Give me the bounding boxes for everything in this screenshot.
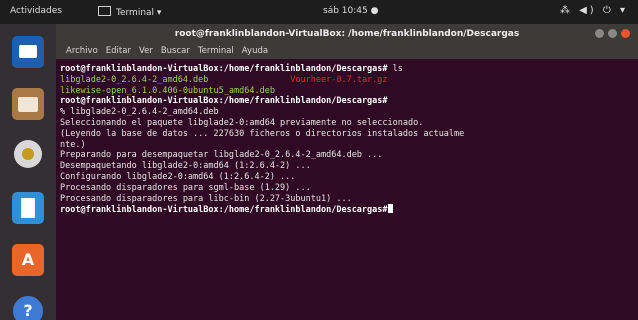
terminal-window: root@franklinblandon-VirtualBox: /home/f… — [56, 24, 638, 320]
terminal-line: root@franklinblandon-VirtualBox:/home/fr… — [60, 96, 634, 107]
software-store-icon[interactable] — [12, 244, 44, 276]
prompt: root@franklinblandon-VirtualBox:/home/fr… — [60, 64, 388, 74]
terminal-line: Procesando disparadores para sgml-base (… — [60, 182, 311, 193]
terminal-line: % libglade2-0_2.6.4-2_amd64.deb — [60, 107, 219, 118]
prompt: root@franklinblandon-VirtualBox:/home/fr… — [60, 96, 388, 107]
app-menu[interactable]: Terminal ▾ — [98, 6, 161, 18]
terminal-line: root@franklinblandon-VirtualBox:/home/fr… — [60, 204, 634, 216]
menu-buscar[interactable]: Buscar — [161, 46, 190, 56]
file-entry: Vourheer-0.7.tar.gz — [290, 74, 388, 85]
terminal-output[interactable]: root@franklinblandon-VirtualBox:/home/fr… — [56, 59, 638, 320]
menu-terminal[interactable]: Terminal — [198, 46, 234, 56]
file-entry: likewise-open_6.1.0.406-0ubuntu5_amd64.d… — [60, 85, 275, 96]
document-icon[interactable] — [12, 192, 44, 224]
terminal-line: libglade2-0_2.6.4-2_amd64.deb Vourheer-0… — [60, 75, 634, 86]
mail-icon[interactable] — [12, 36, 44, 68]
window-controls — [591, 29, 630, 41]
top-panel: Actividades Terminal ▾ sáb 10:45 ● ⁂ ◀) … — [0, 0, 638, 24]
menu-ver[interactable]: Ver — [139, 46, 153, 56]
terminal-line: likewise-open_6.1.0.406-0ubuntu5_amd64.d… — [60, 86, 634, 97]
window-title: root@franklinblandon-VirtualBox: /home/f… — [174, 29, 520, 39]
window-titlebar[interactable]: root@franklinblandon-VirtualBox: /home/f… — [56, 24, 638, 44]
terminal-icon — [98, 6, 111, 16]
file-entry: libglade2-0_2.6.4-2_amd64.deb — [60, 74, 209, 85]
command: ls — [387, 64, 403, 74]
menu-archivo[interactable]: Archivo — [66, 46, 98, 56]
prompt: root@franklinblandon-VirtualBox:/home/fr… — [60, 205, 388, 216]
terminal-line: Desempaquetando libglade2-0:amd64 (1:2.6… — [60, 161, 311, 172]
menu-bar: Archivo Editar Ver Buscar Terminal Ayuda — [56, 44, 638, 59]
maximize-button[interactable] — [608, 29, 617, 38]
terminal-line: Seleccionando el paquete libglade2-0:amd… — [60, 117, 424, 128]
close-button[interactable] — [621, 29, 630, 38]
terminal-line: nte.) — [60, 139, 86, 150]
app-menu-label: Terminal ▾ — [116, 8, 162, 18]
disc-icon[interactable] — [14, 140, 42, 168]
terminal-line: Preparando para desempaquetar libglade2-… — [60, 150, 383, 161]
terminal-line: Configurando libglade2-0:amd64 (1:2.6.4-… — [60, 171, 296, 182]
clock[interactable]: sáb 10:45 ● — [323, 6, 378, 16]
terminal-line: (Leyendo la base de datos ... 227630 fic… — [60, 128, 465, 139]
menu-ayuda[interactable]: Ayuda — [242, 46, 268, 56]
dock: ? — [0, 24, 56, 320]
terminal-line: root@franklinblandon-VirtualBox:/home/fr… — [60, 64, 634, 75]
terminal-line: Procesando disparadores para libc-bin (2… — [60, 193, 352, 204]
system-tray[interactable]: ⁂ ◀) ⏻ ▾ — [560, 5, 628, 16]
desktop: Actividades Terminal ▾ sáb 10:45 ● ⁂ ◀) … — [0, 0, 638, 320]
text-cursor — [387, 204, 393, 214]
minimize-button[interactable] — [595, 29, 604, 38]
menu-editar[interactable]: Editar — [106, 46, 131, 56]
files-icon[interactable] — [12, 88, 44, 120]
help-icon[interactable]: ? — [13, 296, 43, 320]
activities-button[interactable]: Actividades — [10, 6, 62, 16]
